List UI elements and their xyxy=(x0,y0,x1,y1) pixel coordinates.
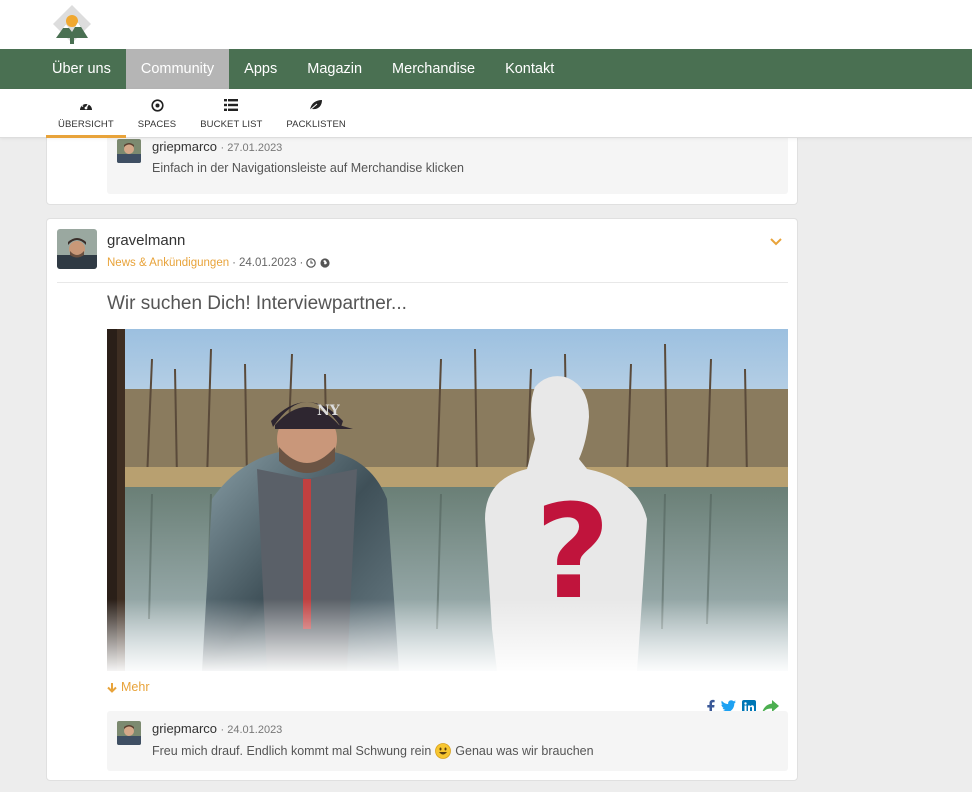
comment-text: Freu mich drauf. Endlich kommt mal Schwu… xyxy=(152,743,594,759)
chevron-down-icon[interactable] xyxy=(770,233,782,251)
subnav-label: BUCKET LIST xyxy=(200,119,263,130)
arrow-down-icon xyxy=(107,682,117,693)
subnav-item-packlisten[interactable]: PACKLISTEN xyxy=(274,89,357,138)
post-author[interactable]: gravelmann xyxy=(107,232,185,249)
post-space-link[interactable]: News & Ankündigungen xyxy=(107,257,229,269)
nav-item-kontakt[interactable]: Kontakt xyxy=(490,49,569,89)
smiley-icon xyxy=(435,743,452,759)
sub-navigation: ÜBERSICHT SPACES BUCKET LIST PACKLISTEN xyxy=(0,89,972,138)
logo[interactable] xyxy=(52,4,92,46)
subnav-label: ÜBERSICHT xyxy=(58,119,114,130)
subnav-item-uebersicht[interactable]: ÜBERSICHT xyxy=(46,89,126,138)
post-title: Wir suchen Dich! Interviewpartner... xyxy=(107,293,407,314)
comment-author[interactable]: griepmarco xyxy=(152,139,217,154)
comment-date: 24.01.2023 xyxy=(227,724,283,736)
subnav-item-bucket-list[interactable]: BUCKET LIST xyxy=(188,89,274,138)
globe-icon xyxy=(320,258,330,268)
list-icon xyxy=(224,97,239,113)
more-link[interactable]: Mehr xyxy=(107,680,149,694)
clock-icon xyxy=(306,258,317,268)
nav-item-magazin[interactable]: Magazin xyxy=(292,49,377,89)
top-bar xyxy=(0,0,972,49)
dashboard-icon xyxy=(79,97,93,113)
more-label: Mehr xyxy=(121,680,150,694)
leaf-icon xyxy=(309,97,323,113)
target-icon xyxy=(150,97,164,113)
main-navigation: Über uns Community Apps Magazin Merchand… xyxy=(0,49,972,89)
nav-item-merchandise[interactable]: Merchandise xyxy=(377,49,490,89)
post-card: gravelmann News & Ankündigungen · 24.01.… xyxy=(46,218,798,781)
avatar[interactable] xyxy=(57,229,97,269)
nav-item-ueber-uns[interactable]: Über uns xyxy=(37,49,126,89)
post-date: 24.01.2023 xyxy=(238,257,297,269)
divider xyxy=(57,282,788,283)
comment-date: 27.01.2023 xyxy=(227,142,283,154)
comment: griepmarco · 24.01.2023 Freu mich drauf.… xyxy=(107,711,788,771)
comment-text-part: Genau was wir brauchen xyxy=(455,744,594,758)
comment-text-part: Freu mich drauf. Endlich kommt mal Schwu… xyxy=(152,744,432,758)
nav-item-apps[interactable]: Apps xyxy=(229,49,292,89)
svg-text:NY: NY xyxy=(317,403,341,419)
comment-author[interactable]: griepmarco xyxy=(152,721,217,736)
comment: griepmarco · 27.01.2023 Einfach in der N… xyxy=(107,129,788,194)
comment-text: Einfach in der Navigationsleiste auf Mer… xyxy=(152,161,464,175)
comment-meta: griepmarco · 24.01.2023 xyxy=(152,721,283,736)
post-image[interactable]: NY ? xyxy=(107,329,788,671)
post-meta: News & Ankündigungen · 24.01.2023 · xyxy=(107,257,330,269)
subnav-label: PACKLISTEN xyxy=(286,119,346,130)
comment-meta: griepmarco · 27.01.2023 xyxy=(152,139,283,154)
avatar[interactable] xyxy=(117,139,141,163)
subnav-item-spaces[interactable]: SPACES xyxy=(126,89,188,138)
nav-item-community[interactable]: Community xyxy=(125,49,230,89)
subnav-label: SPACES xyxy=(137,119,177,130)
avatar[interactable] xyxy=(117,721,141,745)
